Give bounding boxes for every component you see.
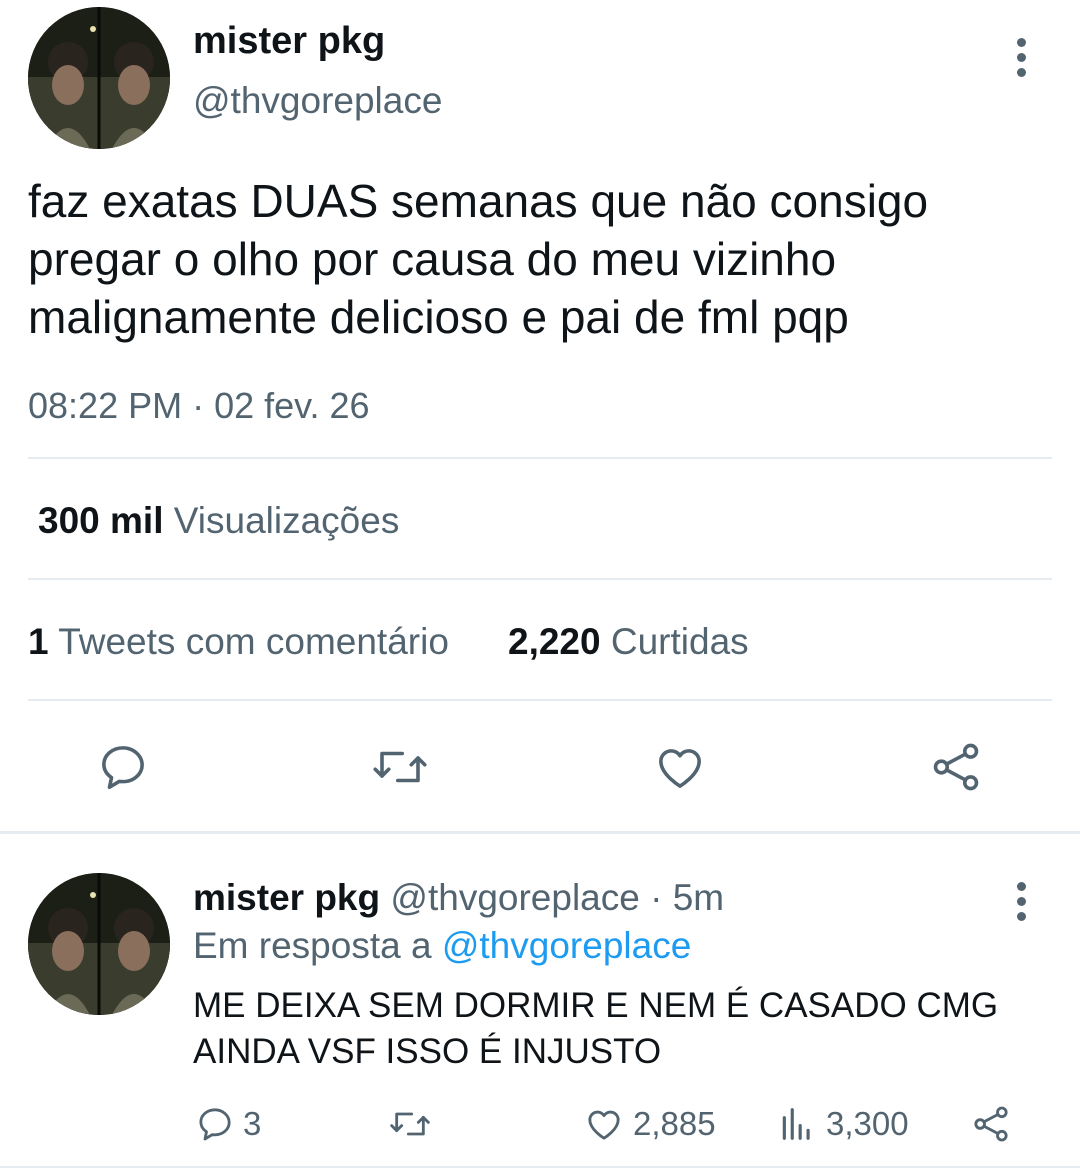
reply-header: mister pkg @thvgoreplace · 5m <box>193 877 724 919</box>
reply-like-button[interactable]: 2,885 <box>583 1104 716 1144</box>
section-divider <box>0 831 1080 834</box>
share-icon[interactable] <box>928 740 984 794</box>
share-icon <box>974 1106 1008 1142</box>
reply-text-line: AINDA VSF ISSO É INJUSTO <box>193 1032 662 1071</box>
likes-stat[interactable]: 2,220 Curtidas <box>508 621 749 663</box>
reply-icon <box>199 1108 231 1141</box>
divider <box>28 699 1052 701</box>
tweet-text-line: faz exatas DUAS semanas que não consigo <box>28 175 929 227</box>
views-label: Visualizações <box>173 500 400 541</box>
divider <box>28 578 1052 580</box>
views-icon <box>782 1108 810 1140</box>
tweet-text-line: pregar o olho por causa do meu vizinho <box>28 233 837 285</box>
reply-retweet-button[interactable] <box>387 1104 433 1149</box>
in-reply-handle-link[interactable]: @thvgoreplace <box>442 925 691 966</box>
reply-views-count: 3,300 <box>826 1105 909 1142</box>
like-icon[interactable] <box>652 740 708 794</box>
reply-views-button[interactable]: 3,300 <box>778 1104 909 1144</box>
reply-icon[interactable] <box>96 740 150 794</box>
retweet-icon[interactable] <box>370 740 430 794</box>
tweet-text-line: malignamente delicioso e pai de fml pqp <box>28 291 849 343</box>
reply-count: 3 <box>243 1105 262 1142</box>
views-count: 300 mil <box>38 500 164 541</box>
author-avatar[interactable] <box>28 7 170 149</box>
quotes-count: 1 <box>28 621 49 662</box>
quotes-stat[interactable]: 1 Tweets com comentário <box>28 621 449 663</box>
likes-count: 2,220 <box>508 621 601 662</box>
reply-author-handle[interactable]: @thvgoreplace <box>390 877 639 918</box>
likes-label: Curtidas <box>610 621 749 662</box>
like-icon <box>588 1110 620 1140</box>
in-reply-to: Em resposta a @thvgoreplace <box>193 925 691 967</box>
tweet-timestamp[interactable]: 08:22 PM · 02 fev. 26 <box>28 385 370 427</box>
quotes-label: Tweets com comentário <box>58 621 449 662</box>
tweet-text: faz exatas DUAS semanas que não consigo … <box>28 172 1058 346</box>
reply-text-line: ME DEIXA SEM DORMIR E NEM É CASADO CMG <box>193 986 999 1025</box>
author-name[interactable]: mister pkg <box>193 20 385 63</box>
reply-author-avatar[interactable] <box>28 873 170 1015</box>
reply-time: · 5m <box>650 877 725 918</box>
views-stat: 300 mil Visualizações <box>38 500 399 542</box>
reply-author-name[interactable]: mister pkg <box>193 877 380 918</box>
reply-text: ME DEIXA SEM DORMIR E NEM É CASADO CMG A… <box>193 983 1063 1075</box>
bottom-divider <box>0 1166 1080 1168</box>
author-handle[interactable]: @thvgoreplace <box>193 80 442 122</box>
reply-reply-button[interactable]: 3 <box>195 1104 261 1144</box>
reply-share-button[interactable] <box>970 1104 1012 1149</box>
reply-like-count: 2,885 <box>633 1105 716 1142</box>
divider <box>28 457 1052 459</box>
reply-more-options-icon[interactable] <box>1017 882 1031 927</box>
more-options-icon[interactable] <box>1017 38 1031 83</box>
in-reply-prefix: Em resposta a <box>193 925 432 966</box>
retweet-icon <box>390 1112 430 1136</box>
